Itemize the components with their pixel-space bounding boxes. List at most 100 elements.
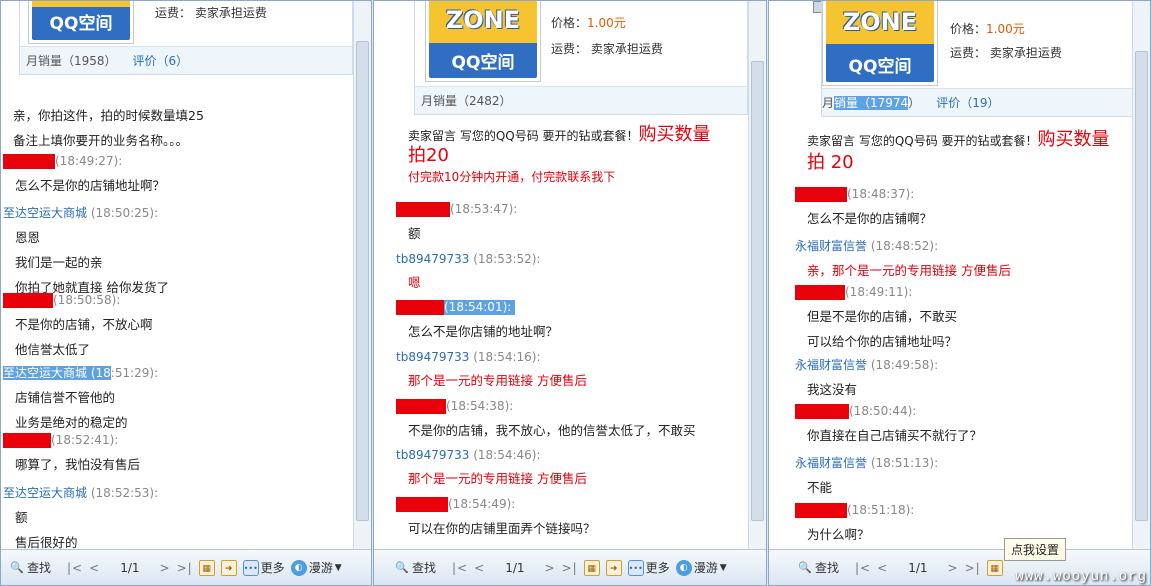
next-page-icon[interactable]: >	[948, 561, 959, 575]
message-line: 可以给个你的店铺地址吗？	[807, 334, 958, 349]
more-icon: •••	[627, 559, 644, 576]
vertical-scrollbar[interactable]	[748, 1, 766, 549]
message-time: (18:52:41):	[51, 433, 119, 447]
message-line: 为什么啊？	[807, 527, 870, 542]
prev-page-icon[interactable]: <	[89, 561, 100, 575]
message-line: 亲，那个是一元的专用链接 方便售后	[807, 263, 1011, 278]
price-value: 1.00元	[587, 16, 626, 30]
scroll-thumb[interactable]	[356, 41, 369, 521]
first-page-icon[interactable]: |<	[67, 561, 83, 575]
next-page-icon[interactable]: >	[160, 561, 171, 575]
calendar-icon[interactable]: ▦	[986, 559, 1003, 576]
message-time: :51:29):	[110, 366, 159, 380]
monthly-sales-selected: 销量（17974	[834, 96, 909, 110]
redacted-name	[795, 285, 845, 300]
sender-name[interactable]: 永福财富信誉	[795, 456, 867, 470]
message: 永福财富信誉 (18:49:58): 我这没有	[795, 356, 938, 398]
price-value: 1.00元	[986, 22, 1025, 36]
more-button[interactable]: ••• 更多	[627, 559, 670, 576]
qq-zone-logo: QQ空间	[28, 1, 134, 44]
roam-button[interactable]: ◐ 漫游 ▼	[290, 559, 342, 576]
message-time: (18:51:13):	[870, 456, 939, 470]
logo-text: QQ空间	[49, 14, 113, 34]
chat-history: ZONE QQ空间 价格：1.00元 运费： 卖家承担运费 月销量（17974）…	[769, 1, 1134, 549]
chat-history: QQ空间 运费： 卖家承担运费 月销量（1958） 评价（6） 亲，你拍这件，拍…	[1, 1, 355, 549]
message-line: 可以在你的店铺里面弄个链接吗？	[408, 521, 596, 536]
message: (18:54:01): 怎么不是你店铺的地址啊？	[396, 300, 558, 340]
message: tb89479733 (18:54:16): 那个是一元的专用链接 方便售后	[396, 350, 587, 389]
shipping-info: 运费： 卖家承担运费	[950, 46, 1062, 60]
search-button[interactable]: 🔍 查找	[797, 559, 839, 576]
message-time: (18:54:38):	[446, 399, 514, 413]
rating-link[interactable]: 评价（19）	[936, 94, 999, 111]
message-line: 那个是一元的专用链接 方便售后	[408, 373, 587, 388]
monthly-sales-suffix: ）	[908, 96, 921, 110]
product-card[interactable]: QQ空间 运费： 卖家承担运费 月销量（1958） 评价（6）	[19, 1, 353, 75]
search-button[interactable]: 🔍 查找	[394, 559, 436, 576]
seller-notice-emphasis: 购买数量	[638, 124, 711, 145]
chat-window-1: QQ空间 运费： 卖家承担运费 月销量（1958） 评价（6） 亲，你拍这件，拍…	[0, 0, 372, 586]
vertical-scrollbar[interactable]	[353, 1, 371, 549]
last-page-icon[interactable]: >|	[965, 561, 981, 575]
monthly-sales: 月销量（17974）	[822, 94, 920, 111]
more-label: 更多	[260, 561, 285, 575]
more-button[interactable]: ••• 更多	[242, 559, 285, 576]
search-button[interactable]: 🔍 查找	[9, 559, 51, 576]
sender-name[interactable]: 至达空运大商城	[3, 206, 87, 220]
intro-line: 备注上填你要开的业务名称。。。	[13, 133, 189, 148]
qq-zone-logo: ZONE QQ空间	[425, 1, 541, 82]
message-line: 我们是一起的亲	[15, 255, 103, 270]
redacted-name	[795, 404, 849, 419]
first-page-icon[interactable]: |<	[855, 561, 871, 575]
seller-notice-emphasis: 购买数量	[1037, 129, 1110, 150]
next-page-icon[interactable]: >	[545, 561, 556, 575]
message: (18:49:11): 但是不是你的店铺，不敢买 可以给个你的店铺地址吗？	[795, 285, 957, 350]
export-icon[interactable]: ➜	[220, 559, 237, 576]
product-card[interactable]: ZONE QQ空间 价格：1.00元 运费： 卖家承担运费 月销量（2482）	[414, 1, 748, 115]
more-label: 更多	[645, 561, 670, 575]
message: tb89479733 (18:53:52): 嗯	[396, 252, 541, 291]
scroll-thumb[interactable]	[751, 61, 764, 521]
message-line: 你直接在自己店铺买不就行了？	[807, 428, 983, 443]
last-page-icon[interactable]: >|	[177, 561, 193, 575]
message-line: 不能	[807, 480, 833, 495]
search-label: 查找	[27, 561, 52, 575]
last-page-icon[interactable]: >|	[562, 561, 578, 575]
sender-name[interactable]: 至达空运大商城	[3, 486, 87, 500]
message: 至达空运大商城 (18:50:25): 恩恩 我们是一起的亲 你拍了她就直接 给…	[3, 204, 169, 296]
sender-name[interactable]: tb89479733	[396, 252, 469, 266]
watermark: www.wooyun.org	[1015, 569, 1147, 585]
message-line: 店铺信誉不管他的	[15, 390, 116, 405]
message: 至达空运大商城 (18:51:29): 店铺信誉不管他的 业务是绝对的稳定的	[3, 364, 158, 431]
message-line: 怎么不是你的店铺地址啊？	[15, 178, 166, 193]
roam-button[interactable]: ◐ 漫游 ▼	[675, 559, 727, 576]
calendar-icon[interactable]: ▦	[198, 559, 215, 576]
sender-name[interactable]: tb89479733	[396, 448, 469, 462]
sender-name-selected[interactable]: 至达空运大商城 (18	[3, 366, 111, 380]
message: tb89479733 (18:54:46): 那个是一元的专用链接 方便售后	[396, 448, 587, 487]
search-icon: 🔍	[10, 560, 24, 574]
sender-name[interactable]: tb89479733	[396, 350, 469, 364]
calendar-icon[interactable]: ▦	[583, 559, 600, 576]
message-time: (18:49:27):	[55, 154, 123, 168]
message-time: (18:52:53):	[90, 486, 159, 500]
export-icon[interactable]: ➜	[605, 559, 622, 576]
seller-notice: 卖家留言 写您的QQ号码 要开的钻或套餐！	[408, 129, 639, 143]
message-line: 不是你的店铺，我不放心，他的信誉太低了，不敢买	[408, 423, 696, 438]
message: (18:51:18): 为什么啊？	[795, 503, 914, 543]
sender-name[interactable]: 永福财富信誉	[795, 239, 867, 253]
settings-tooltip: 点我设置	[1004, 538, 1067, 561]
prev-page-icon[interactable]: <	[474, 561, 485, 575]
logo-zone-text: ZONE	[842, 8, 918, 36]
sender-name[interactable]: 永福财富信誉	[795, 358, 867, 372]
scroll-thumb[interactable]	[1135, 51, 1148, 521]
prev-page-icon[interactable]: <	[877, 561, 888, 575]
redacted-name	[3, 154, 55, 169]
message-time: (18:54:49):	[448, 497, 516, 511]
first-page-icon[interactable]: |<	[452, 561, 468, 575]
product-card[interactable]: ZONE QQ空间 价格：1.00元 运费： 卖家承担运费 月销量（17974）…	[821, 1, 1133, 117]
message-time: (18:53:52):	[473, 252, 541, 266]
rating-link[interactable]: 评价（6）	[133, 52, 189, 69]
message: (18:48:37): 怎么不是你的店铺啊？	[795, 187, 932, 227]
vertical-scrollbar[interactable]	[1132, 1, 1150, 549]
